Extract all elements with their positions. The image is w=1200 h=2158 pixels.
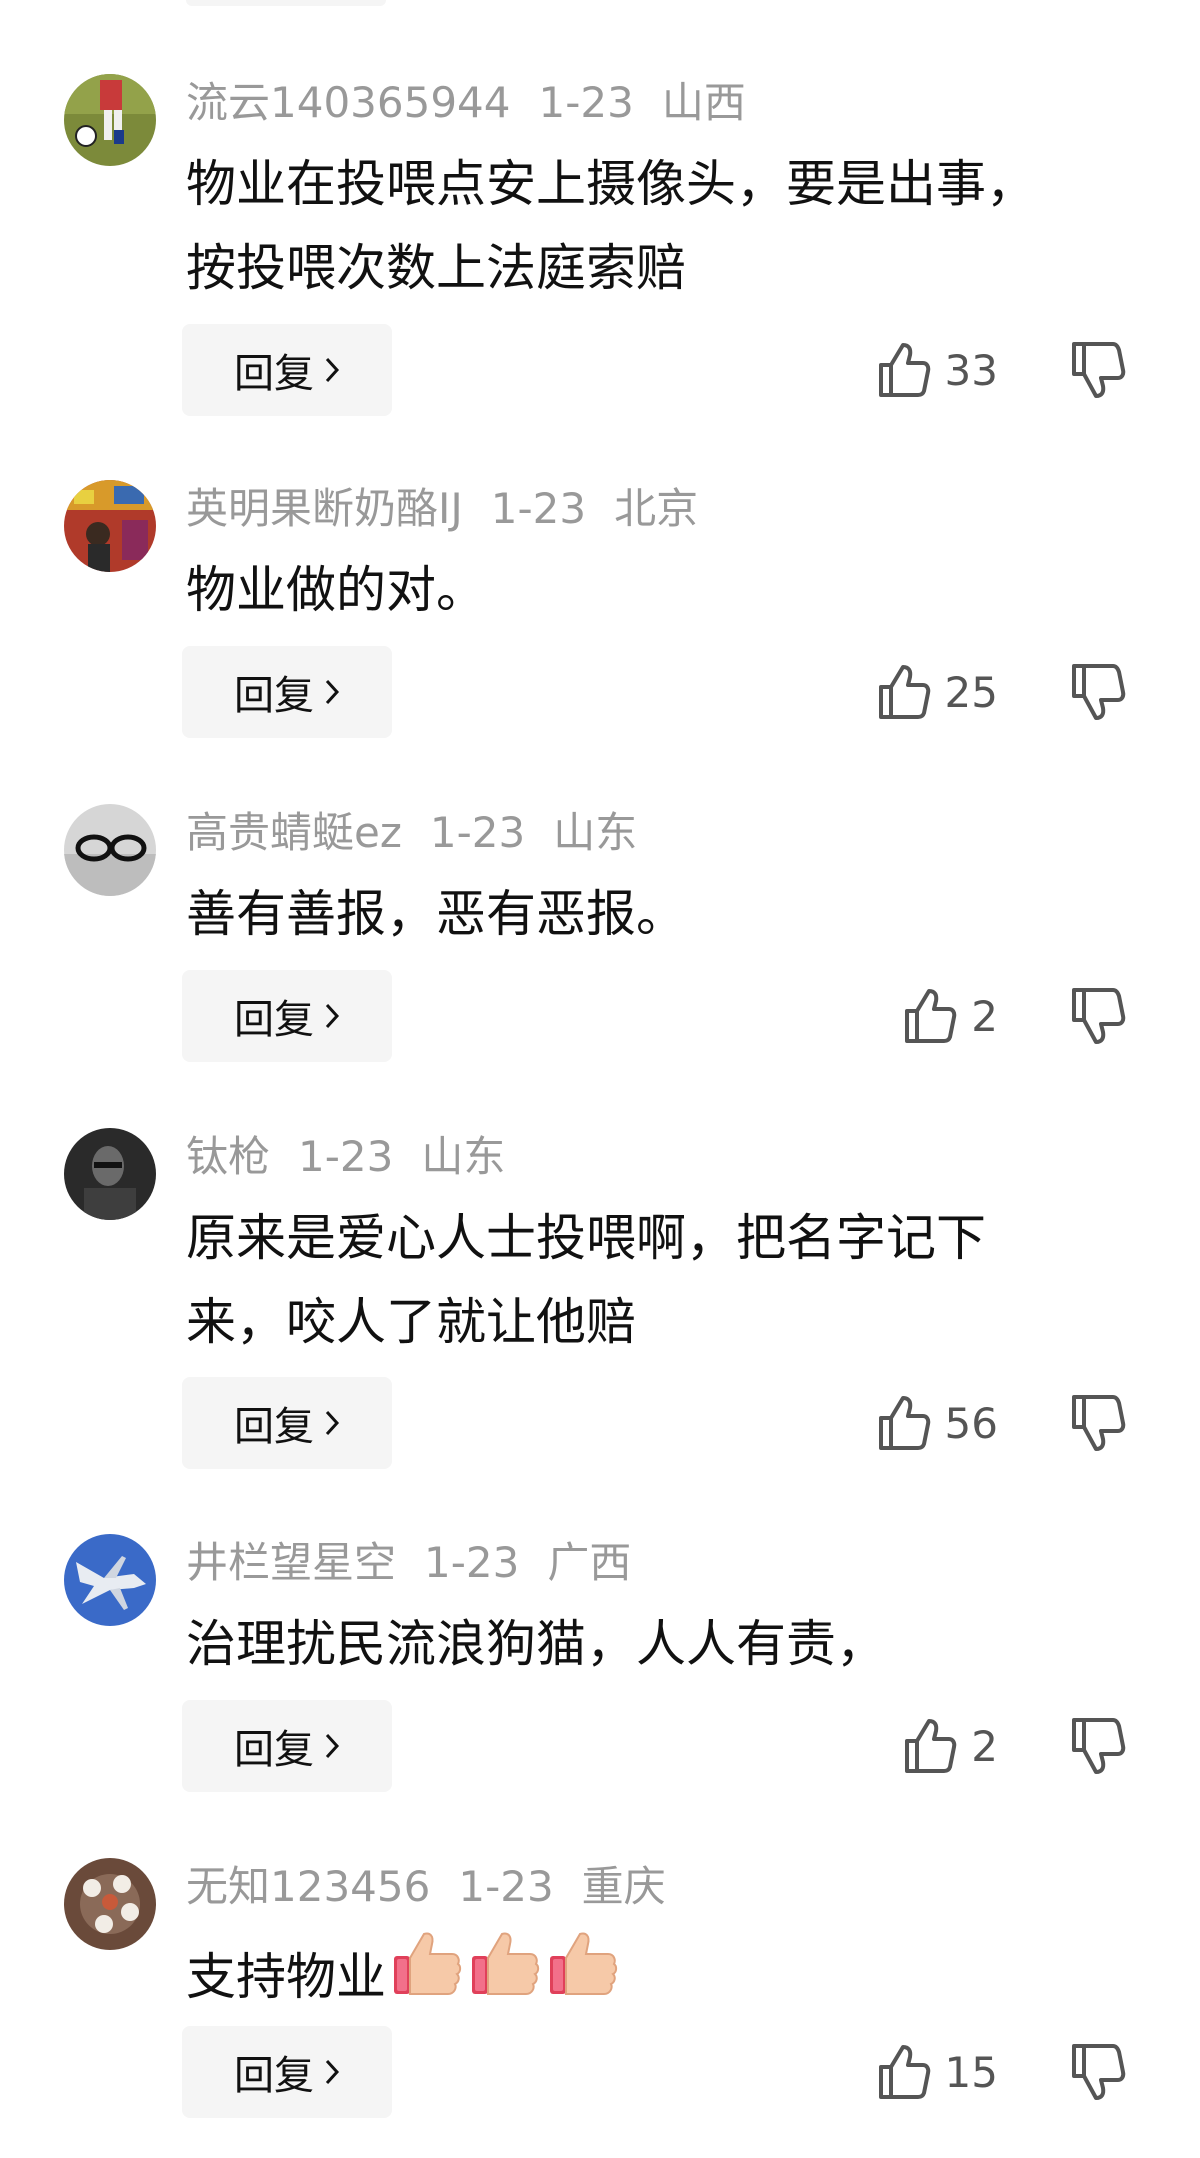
comment-meta: 高贵蜻蜓ez 1-23 山东 [186,808,637,858]
avatar[interactable] [64,480,156,572]
thumbs-up-emoji [472,1932,540,1995]
like-count: 2 [971,1721,998,1771]
username[interactable]: 高贵蜻蜓ez [186,808,402,858]
thumbs-up-emoji [394,1932,462,1995]
comment-text-line: 善有善报，恶有恶报。 [186,885,686,943]
tea-set-avatar [64,1858,156,1950]
comment-location: 重庆 [581,1862,666,1911]
avatar[interactable] [64,74,156,166]
comment-meta: 英明果断奶酪IJ 1-23 北京 [186,484,698,534]
reply-button[interactable]: 回复 [182,2026,392,2118]
thumbs-up-icon [878,665,930,719]
thumbs-up-icon [905,1719,957,1773]
reply-button[interactable]: 回复 [182,1700,392,1792]
username[interactable]: 英明果断奶酪IJ [186,484,463,534]
comment-location: 山西 [661,78,746,127]
chevron-right-icon [325,679,340,705]
comment-meta: 井栏望星空 1-23 广西 [186,1538,631,1588]
like-button[interactable]: 25 [877,657,998,727]
colorful-crowd-avatar [64,480,156,572]
thumbs-up-icon [905,989,957,1043]
comment-date: 1-23 [538,78,634,127]
previous-reply-button-edge [186,0,386,6]
thumbs-down-icon[interactable] [1070,986,1128,1046]
thumbs-up-icon [878,1396,930,1450]
thumbs-down-icon[interactable] [1070,340,1128,400]
like-button[interactable]: 15 [877,2037,998,2107]
emoji-row [386,1932,620,2006]
thumbs-down-icon[interactable] [1070,1393,1128,1453]
comment-location: 山东 [553,808,638,857]
like-button[interactable]: 2 [903,981,998,1051]
comment-text: 物业在投喂点安上摄像头，要是出事， 按投喂次数上法庭索赔 [186,142,1156,310]
like-button[interactable]: 2 [903,1711,998,1781]
glasses-avatar [64,804,156,896]
comment-text-line: 治理扰民流浪狗猫，人人有责， [186,1615,886,1673]
comment-text-line: 按投喂次数上法庭索赔 [186,239,686,297]
reply-label: 回复 [234,351,314,397]
chevron-right-icon [325,1003,340,1029]
comment-meta: 无知123456 1-23 重庆 [186,1862,666,1912]
reply-button[interactable]: 回复 [182,970,392,1062]
avatar[interactable] [64,1858,156,1950]
avatar[interactable] [64,804,156,896]
comment-text: 支持物业 [186,1926,1156,2019]
comment-text-line: 物业在投喂点安上摄像头，要是出事， [186,155,1036,213]
like-count: 56 [944,1398,998,1448]
comment-text: 物业做的对。 [186,548,1156,632]
comment-meta: 流云140365944 1-23 山西 [186,78,746,128]
comment-date: 1-23 [490,484,587,533]
like-count: 25 [944,667,998,717]
soccer-player-avatar [64,74,156,166]
username[interactable]: 钛枪 [186,1132,270,1182]
comment-date: 1-23 [458,1862,554,1911]
reply-label: 回复 [234,2053,314,2099]
thumbs-down-icon[interactable] [1070,2042,1128,2102]
reply-label: 回复 [234,1404,314,1450]
like-count: 15 [944,2047,998,2097]
reply-button[interactable]: 回复 [182,324,392,416]
comment-meta: 钛枪 1-23 山东 [186,1132,505,1182]
username[interactable]: 井栏望星空 [186,1538,396,1588]
comment-text: 善有善报，恶有恶报。 [186,872,1156,956]
comment-date: 1-23 [424,1538,520,1587]
thumbs-down-icon[interactable] [1070,662,1128,722]
reply-label: 回复 [234,673,314,719]
dark-portrait-avatar [64,1128,156,1220]
comment-location: 山东 [421,1132,506,1181]
comment-text: 原来是爱心人士投喂啊，把名字记下 来，咬人了就让他赔 [186,1196,1156,1364]
thumbs-up-icon [878,343,930,397]
chevron-right-icon [325,1410,340,1436]
comment-text-line: 物业做的对。 [186,561,486,619]
comment-text-line: 支持物业 [186,1926,1156,2019]
reply-label: 回复 [234,997,314,1043]
like-button[interactable]: 56 [877,1388,998,1458]
comment-date: 1-23 [298,1132,394,1181]
username[interactable]: 流云140365944 [186,78,511,128]
thumbs-up-emoji [550,1932,618,1995]
chevron-right-icon [325,357,340,383]
chevron-right-icon [325,2059,340,2085]
comment-text: 治理扰民流浪狗猫，人人有责， [186,1602,1156,1686]
avatar[interactable] [64,1534,156,1626]
comment-text-span: 支持物业 [186,1948,386,2006]
fighter-jet-avatar [64,1534,156,1626]
thumbs-up-icon [878,2045,930,2099]
comment-text-line: 来，咬人了就让他赔 [186,1293,636,1351]
like-count: 2 [971,991,998,1041]
comment-location: 广西 [547,1538,632,1587]
reply-button[interactable]: 回复 [182,646,392,738]
reply-label: 回复 [234,1727,314,1773]
comment-date: 1-23 [429,808,526,857]
thumbs-down-icon[interactable] [1070,1716,1128,1776]
username[interactable]: 无知123456 [186,1862,430,1912]
chevron-right-icon [325,1733,340,1759]
avatar[interactable] [64,1128,156,1220]
reply-button[interactable]: 回复 [182,1377,392,1469]
comment-location: 北京 [614,484,699,533]
like-count: 33 [944,345,998,395]
like-button[interactable]: 33 [877,335,998,405]
comment-text-line: 原来是爱心人士投喂啊，把名字记下 [186,1209,986,1267]
